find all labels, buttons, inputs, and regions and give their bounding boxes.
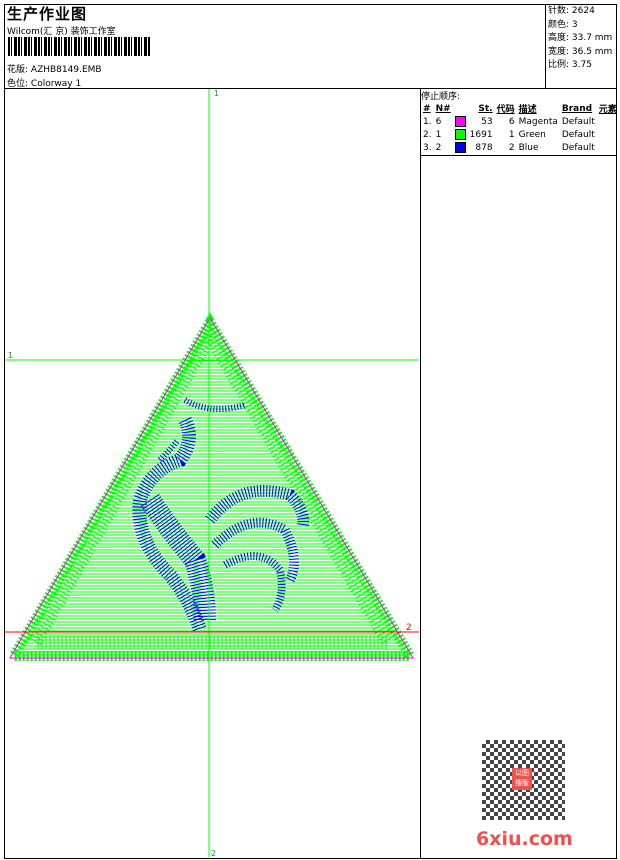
axis-h2-label: 2: [406, 623, 412, 633]
watermark-text: 6xiu.com: [476, 828, 573, 850]
axis-v-top-label: 1: [214, 89, 219, 98]
watermark-seal: 以图搜版: [512, 768, 532, 790]
design-canvas: 1 2 1 2: [5, 89, 419, 858]
qr-code: 以图搜版: [482, 740, 565, 820]
axis-v-bottom-label: 2: [211, 849, 216, 858]
green-fill: [5, 312, 419, 661]
axis-h1-label: 1: [8, 351, 13, 360]
